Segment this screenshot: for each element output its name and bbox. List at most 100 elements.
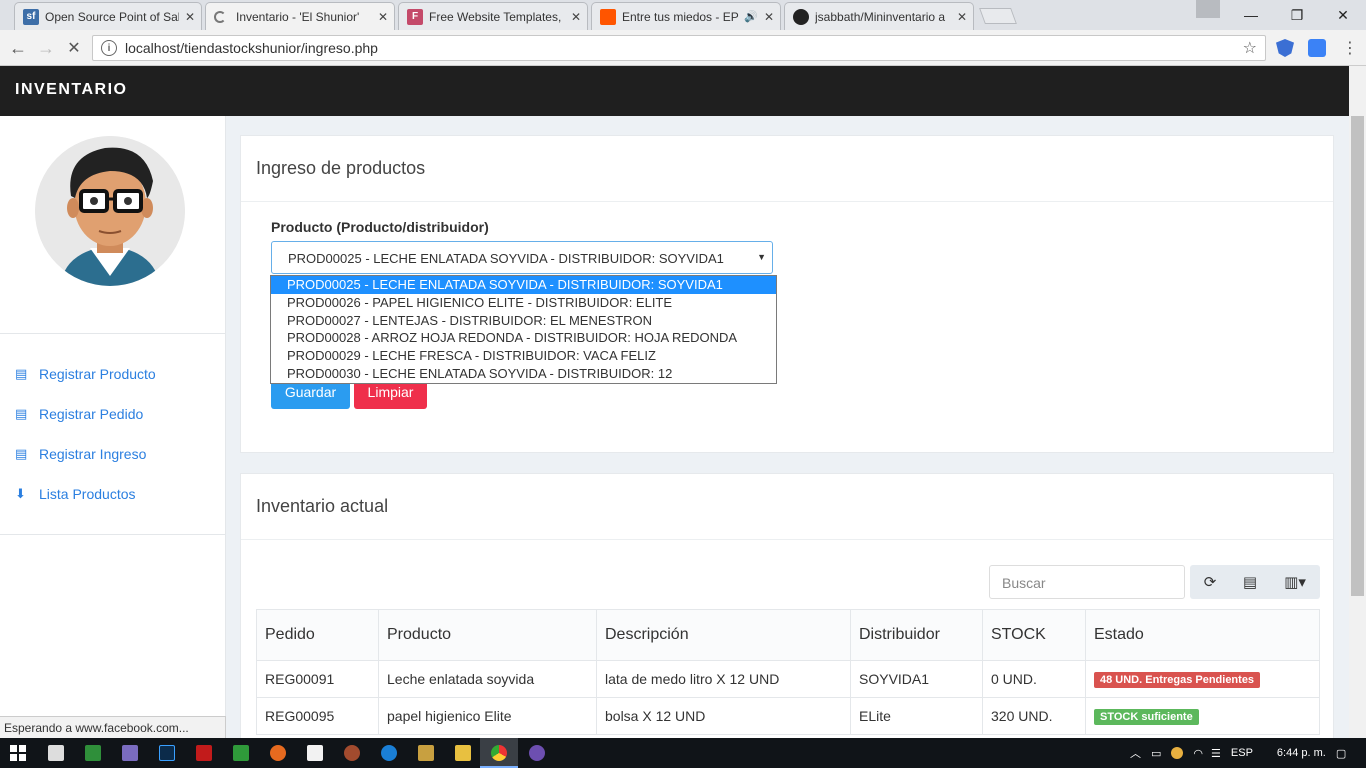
cell-stock: 0 UND. [982,660,1086,698]
audio-playing-icon[interactable]: 🔊 [744,10,758,23]
spreadsheet-icon[interactable] [233,745,249,761]
scrollbar-thumb[interactable] [1351,116,1364,596]
close-tab-icon[interactable]: ✕ [571,10,581,24]
f-icon: F [407,8,423,25]
sidebar-item-registrar-ingreso[interactable]: ▤ Registrar Ingreso [15,444,146,464]
address-bar[interactable]: i localhost/tiendastockshunior/ingreso.p… [92,35,1266,61]
table-header-row: Pedido Producto Descripción Distribuidor… [256,609,1320,661]
network-icon[interactable]: ▭ [1151,747,1161,760]
app-icon[interactable] [418,745,434,761]
app-icon[interactable] [344,745,360,761]
folder-icon[interactable] [455,745,471,761]
firefox-icon[interactable] [270,745,286,761]
bookmark-star-icon[interactable]: ☆ [1243,38,1257,58]
sf-icon: sf [23,8,39,25]
sidebar-item-label: Registrar Producto [39,366,156,382]
search-input[interactable]: Buscar [989,565,1185,599]
windows-taskbar: ︿ ▭ ◠ ☰ ESP 6:44 p. m. ▢ [0,738,1366,768]
product-dropdown-list: PROD00025 - LECHE ENLATADA SOYVIDA - DIS… [270,275,777,384]
language-indicator[interactable]: ESP [1231,747,1253,759]
dropdown-option[interactable]: PROD00029 - LECHE FRESCA - DISTRIBUIDOR:… [271,347,776,365]
close-window-icon[interactable]: ✕ [1320,0,1366,30]
sidebar-item-label: Registrar Ingreso [39,446,147,462]
windows-start-icon[interactable] [10,745,26,761]
clock[interactable]: 6:44 p. m. [1277,747,1326,759]
dropdown-option[interactable]: PROD00027 - LENTEJAS - DISTRIBUIDOR: EL … [271,312,776,330]
cell-distribuidor: ELite [850,697,983,735]
dropdown-option[interactable]: PROD00026 - PAPEL HIGIENICO ELITE - DIST… [271,294,776,312]
browser-tab[interactable]: jsabbath/Mininventario a ✕ [784,2,974,30]
column-header[interactable]: STOCK [982,609,1086,661]
profile-icon[interactable] [1196,0,1220,18]
action-center-icon[interactable]: ▢ [1336,747,1346,760]
stop-loading-icon[interactable]: ✕ [62,36,86,60]
cell-pedido: REG00095 [256,697,379,735]
column-header[interactable]: Distribuidor [850,609,983,661]
dropdown-option[interactable]: PROD00025 - LECHE ENLATADA SOYVIDA - DIS… [271,276,776,294]
chevron-up-icon[interactable]: ︿ [1130,745,1141,761]
inventario-panel: Inventario actual Buscar ⟳ ▤ ▥▾ Pedido P… [240,473,1334,738]
list-view-icon[interactable]: ▤ [1230,565,1270,599]
document-icon[interactable] [307,745,323,761]
forward-icon[interactable]: → [34,36,58,60]
cell-distribuidor: SOYVIDA1 [850,660,983,698]
status-badge: STOCK suficiente [1094,709,1199,725]
column-header[interactable]: Descripción [596,609,851,661]
brand-title[interactable]: INVENTARIO [15,81,127,99]
dropdown-option[interactable]: PROD00030 - LECHE ENLATADA SOYVIDA - DIS… [271,365,776,383]
app-icon[interactable] [529,745,545,761]
product-select[interactable]: PROD00025 - LECHE ENLATADA SOYVIDA - DIS… [271,241,773,274]
product-label: Producto (Producto/distribuidor) [271,219,489,235]
sidebar-item-registrar-producto[interactable]: ▤ Registrar Producto [15,364,156,384]
close-tab-icon[interactable]: ✕ [764,10,774,24]
column-header[interactable]: Pedido [256,609,379,661]
sidebar-item-lista-productos[interactable]: ⬇ Lista Productos [15,484,136,504]
chrome-taskbar-item[interactable] [480,738,518,768]
minimize-icon[interactable]: — [1228,0,1274,30]
sidebar: ▤ Registrar Producto ▤ Registrar Pedido … [0,116,226,738]
column-header[interactable]: Producto [378,609,597,661]
wifi-icon[interactable]: ◠ [1193,747,1203,760]
columns-icon[interactable]: ▥▾ [1270,565,1320,599]
browser-toolbar: ← → ✕ i localhost/tiendastockshunior/ing… [0,30,1366,66]
panel-title: Inventario actual [241,474,1333,540]
photoshop-icon[interactable] [159,745,175,761]
panel-title: Ingreso de productos [241,136,1333,202]
close-tab-icon[interactable]: ✕ [378,10,388,24]
store-icon[interactable] [48,745,64,761]
check-extension-icon[interactable] [1308,39,1326,57]
browser-tab[interactable]: F Free Website Templates, ✕ [398,2,588,30]
edge-icon[interactable] [381,745,397,761]
download-icon: ⬇ [15,486,26,501]
page-scrollbar[interactable] [1349,66,1366,738]
notifications-icon[interactable]: ☰ [1211,747,1221,760]
table-row[interactable]: REG00095 papel higienico Elite bolsa X 1… [256,697,1320,735]
close-tab-icon[interactable]: ✕ [185,10,195,24]
product-select-value: PROD00025 - LECHE ENLATADA SOYVIDA - DIS… [288,251,724,266]
browser-tab-active[interactable]: Inventario - 'El Shunior' ✕ [205,2,395,30]
table-row[interactable]: REG00091 Leche enlatada soyvida lata de … [256,660,1320,698]
sidebar-item-registrar-pedido[interactable]: ▤ Registrar Pedido [15,404,143,424]
column-header[interactable]: Estado [1085,609,1320,661]
filezilla-icon[interactable] [196,745,212,761]
restore-icon[interactable]: ❐ [1274,0,1320,30]
close-tab-icon[interactable]: ✕ [957,10,967,24]
menu-dots-icon[interactable]: ⋮ [1338,36,1362,60]
browser-tabstrip: sf Open Source Point of Sal ✕ Inventario… [0,0,1366,30]
shield-extension-icon[interactable] [1276,39,1294,57]
green-app-icon[interactable] [85,745,101,761]
refresh-icon[interactable]: ⟳ [1190,565,1230,599]
cell-producto: Leche enlatada soyvida [378,660,597,698]
info-icon[interactable]: i [101,40,117,56]
tab-title: Open Source Point of Sal [45,9,179,24]
browser-status-bar: Esperando a www.facebook.com... [0,716,226,738]
browser-tab[interactable]: sf Open Source Point of Sal ✕ [14,2,202,30]
new-tab-button[interactable] [979,8,1017,24]
cell-descripcion: lata de medo litro X 12 UND [596,660,851,698]
back-icon[interactable]: ← [6,36,30,60]
app-icon[interactable] [122,745,138,761]
cell-estado: STOCK suficiente [1085,697,1320,735]
dropdown-option[interactable]: PROD00028 - ARROZ HOJA REDONDA - DISTRIB… [271,329,776,347]
browser-tab[interactable]: Entre tus miedos - EP 🔊 ✕ [591,2,781,30]
app-tray-icon[interactable] [1171,747,1184,759]
